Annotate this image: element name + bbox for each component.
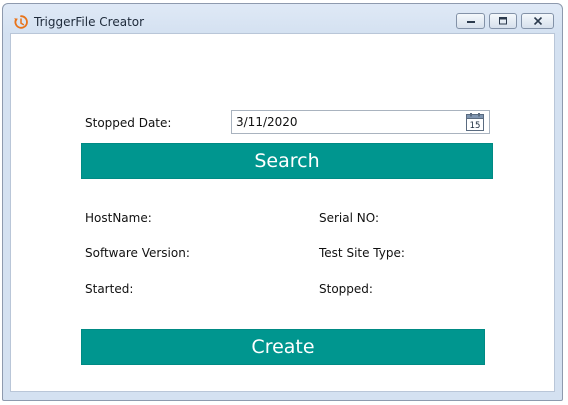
title-bar[interactable]: TriggerFile Creator <box>3 4 562 34</box>
serial-no-label: Serial NO: <box>319 211 380 225</box>
trigger-app-icon <box>14 15 28 29</box>
hostname-label: HostName: <box>85 211 152 225</box>
stopped-label: Stopped: <box>319 282 373 296</box>
create-button[interactable]: Create <box>81 329 485 365</box>
test-site-type-label: Test Site Type: <box>319 246 405 260</box>
stopped-date-label: Stopped Date: <box>85 116 172 130</box>
calendar-icon-day: 15 <box>470 121 481 131</box>
close-icon <box>533 17 542 25</box>
stopped-date-picker[interactable]: 3/11/2020 15 <box>231 110 490 134</box>
maximize-button[interactable] <box>489 13 517 29</box>
stopped-date-value: 3/11/2020 <box>236 115 298 129</box>
window-title: TriggerFile Creator <box>34 15 145 29</box>
started-label: Started: <box>85 282 134 296</box>
minimize-button[interactable] <box>456 13 485 29</box>
calendar-icon[interactable]: 15 <box>466 113 484 131</box>
close-button[interactable] <box>521 13 554 29</box>
software-version-label: Software Version: <box>85 246 190 260</box>
minimize-icon <box>466 21 475 23</box>
search-button[interactable]: Search <box>81 143 493 179</box>
maximize-icon <box>499 17 507 25</box>
